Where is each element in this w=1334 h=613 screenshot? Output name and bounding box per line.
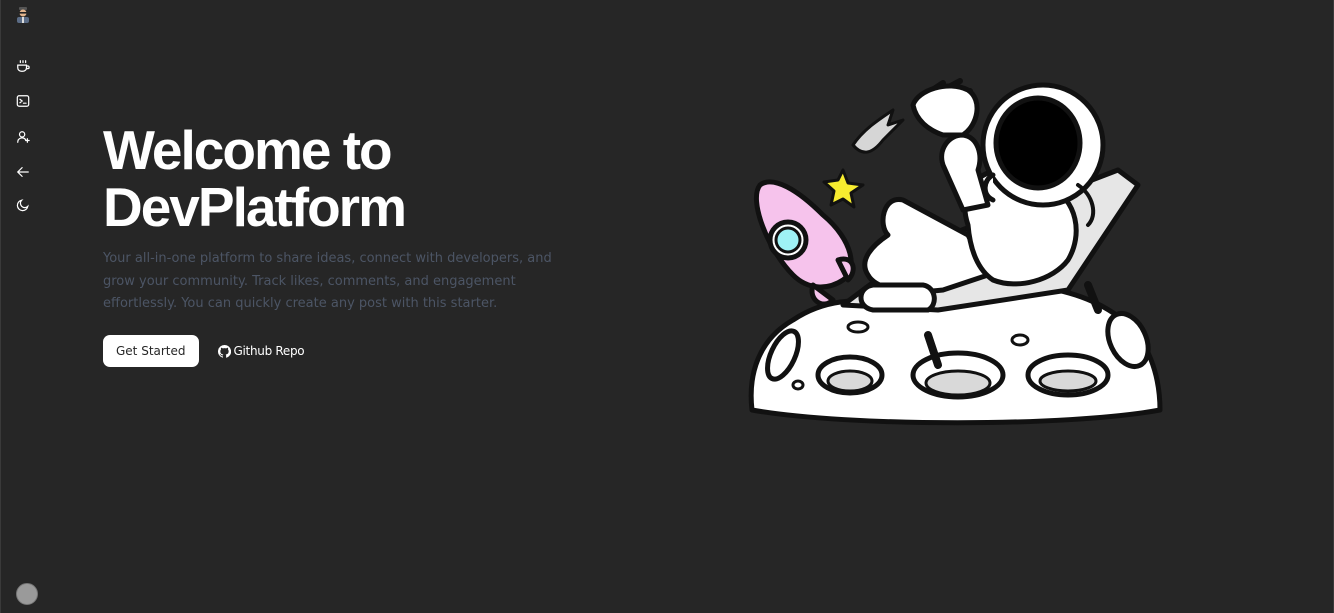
user-plus-icon[interactable] xyxy=(15,129,31,145)
hero-title-line2: DevPlatform xyxy=(103,176,407,238)
terminal-icon[interactable] xyxy=(15,93,31,109)
coffee-icon[interactable] xyxy=(15,58,31,74)
arrow-left-icon[interactable] xyxy=(15,164,31,180)
hero-description: Your all-in-one platform to share ideas,… xyxy=(103,251,552,311)
github-icon xyxy=(217,344,231,358)
get-started-button[interactable]: Get Started xyxy=(103,335,199,367)
moon-icon[interactable] xyxy=(15,197,31,213)
hero-title-line1: Welcome to xyxy=(103,119,393,181)
user-avatar-icon[interactable] xyxy=(16,583,38,605)
github-repo-label: Github Repo xyxy=(233,344,305,358)
app-frame: Welcome to DevPlatform Your all-in-one p… xyxy=(0,0,1334,613)
hero-actions: Get Started Github Repo xyxy=(103,335,305,367)
star xyxy=(822,168,865,209)
developer-avatar-logo-icon[interactable] xyxy=(14,6,32,24)
hero-section: Welcome to DevPlatform Your all-in-one p… xyxy=(103,122,583,316)
github-repo-link[interactable]: Github Repo xyxy=(217,344,305,358)
hero-title: Welcome to DevPlatform xyxy=(103,122,583,236)
sidebar xyxy=(0,0,44,613)
astronaut-illustration xyxy=(738,75,1168,435)
